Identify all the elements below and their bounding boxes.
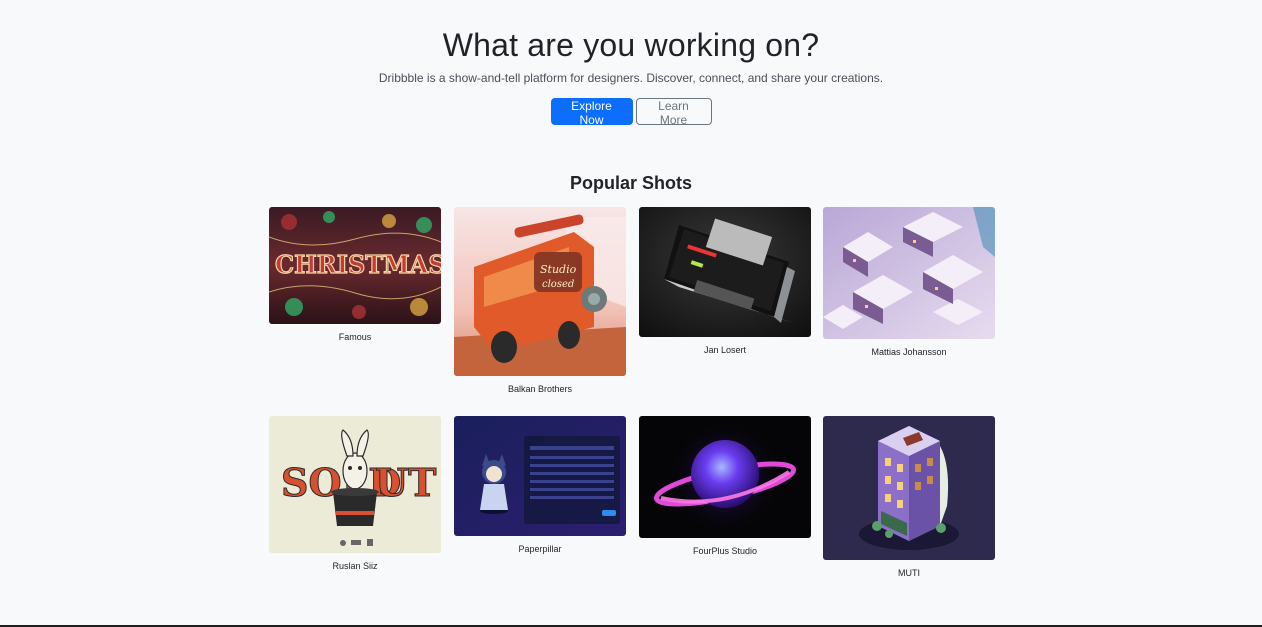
shot-author[interactable]: Balkan Brothers [454,383,626,395]
svg-text:Studio: Studio [540,263,577,276]
shot-card[interactable]: FourPlus Studio [639,416,811,557]
shot-author[interactable]: Jan Losert [639,344,811,356]
hero-actions: Explore Now Learn More [0,98,1262,127]
popular-shots-title: Popular Shots [569,173,692,193]
isometric-building [823,416,995,560]
shot-author[interactable]: Famous [269,331,441,343]
shot-author[interactable]: Mattias Johansson [823,346,995,358]
shot-author[interactable]: MUTI [823,567,995,579]
shot-card[interactable]: CHRISTMAS Famous [269,207,441,343]
studio-closed-van-illustration: Studio closed [454,207,626,376]
learn-more-button[interactable]: Learn More [635,98,712,127]
shot-thumbnail-dashboard[interactable] [454,416,626,536]
shot-author[interactable]: Ruslan Siiz [269,560,441,572]
hero-section: What are you working on? Dribbble is a s… [0,25,1262,127]
svg-text:UT: UT [375,460,436,505]
shot-card[interactable]: Mattias Johansson [823,207,995,358]
snowy-village-3d [823,207,995,339]
shot-card[interactable]: MUTI [823,416,995,579]
laptop-mockup [639,207,811,337]
shot-author[interactable]: Paperpillar [454,543,626,555]
shot-thumbnail-laptop[interactable] [639,207,811,337]
shot-thumbnail-building[interactable] [823,416,995,560]
shot-thumbnail-christmas[interactable]: CHRISTMAS [269,207,441,324]
glowing-planet-render [639,416,811,538]
svg-text:CHRISTMAS: CHRISTMAS [275,250,441,279]
hero-title: What are you working on? [442,27,820,63]
shot-card[interactable]: Paperpillar [454,416,626,555]
shot-thumbnail-sold-out[interactable]: SOLD UT [269,416,441,553]
dashboard-character-ui [454,416,626,536]
shot-card[interactable]: Jan Losert [639,207,811,356]
shot-card[interactable]: SOLD UT Ruslan Siiz [269,416,441,572]
christmas-lettering-artwork: CHRISTMAS [269,207,441,324]
svg-text:closed: closed [542,279,574,290]
explore-now-button[interactable]: Explore Now [550,98,633,127]
shot-thumbnail-village[interactable] [823,207,995,339]
sold-out-rabbit-poster: SOLD UT [269,416,441,553]
shot-author[interactable]: FourPlus Studio [639,545,811,557]
shot-card[interactable]: Studio closed Balkan Brothers [454,207,626,395]
hero-subtitle: Dribbble is a show-and-tell platform for… [378,71,884,85]
shot-thumbnail-planet[interactable] [639,416,811,538]
shot-thumbnail-van[interactable]: Studio closed [454,207,626,376]
